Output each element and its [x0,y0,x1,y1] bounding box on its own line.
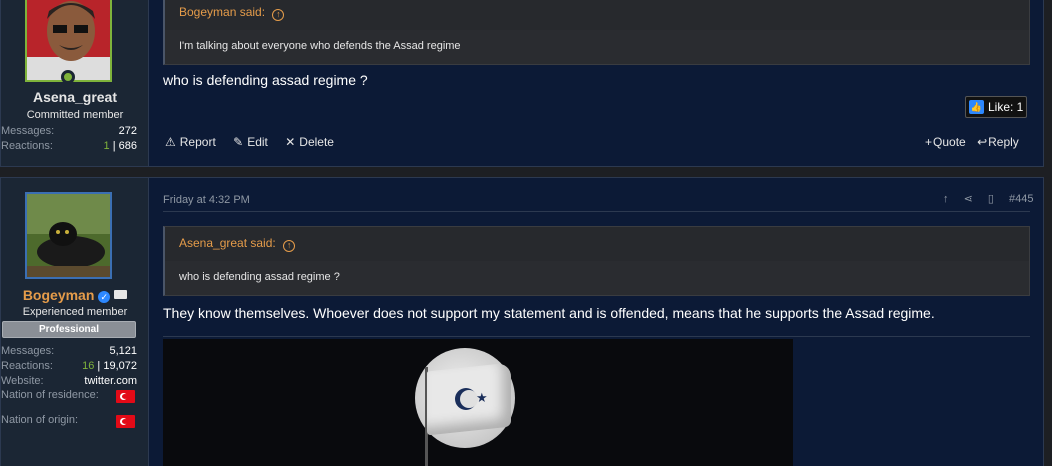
post-user-panel: Bogeyman ✓ Experienced member Profession… [1,178,149,466]
turkey-flag-icon [116,415,135,428]
stat-reactions: Reactions: 16 | 19,072 [1,360,137,372]
edit-button[interactable]: ✎ Edit [233,135,268,149]
crescent-icon [455,388,478,410]
verified-badge-icon: ✓ [98,291,111,303]
warning-icon: ⚠ [165,135,176,149]
thumbs-up-icon: 👍 [969,100,984,114]
post-message: Bogeyman ✓ Experienced member Profession… [0,177,1044,466]
divider [163,336,1030,337]
stat-nation-origin: Nation of origin: [1,414,137,431]
turkey-flag-icon [116,390,135,403]
online-status-icon [61,70,75,84]
post-text: They know themselves. Whoever does not s… [163,305,935,321]
post-date[interactable]: Friday at 4:32 PM [163,194,250,206]
quote-block: Asena_great said: ↑ who is defending ass… [163,226,1030,296]
arrow-up-icon[interactable]: ↑ [272,9,285,21]
close-icon: ✕ [285,135,296,149]
star-icon: ★ [476,390,488,405]
post-number[interactable]: #445 [1009,193,1033,205]
plus-icon: + [925,135,933,149]
bookmark-icon[interactable]: ▯ [988,192,994,205]
user-banner: Professional [2,321,136,338]
quote-block: Bogeyman said: ↑ I'm talking about every… [163,0,1030,65]
arrow-up-icon[interactable]: ↑ [943,193,949,205]
user-title: Experienced member [22,306,128,318]
post-user-panel: Asena_great Committed member Messages: 2… [1,0,149,166]
user-title: Committed member [26,109,124,121]
username[interactable]: Bogeyman ✓ [1,287,149,303]
arrow-up-icon[interactable]: ↑ [283,240,296,252]
share-icon[interactable]: ⋖ [964,192,973,205]
stat-messages: Messages: 272 [1,125,137,137]
stat-reactions: Reactions: 1 | 686 [1,140,137,152]
post-text: who is defending assad regime ? [163,72,368,88]
divider [163,211,1030,212]
reply-button[interactable]: ↩Reply [977,135,1019,149]
quote-button[interactable]: +Quote [925,135,966,149]
pencil-icon: ✎ [233,135,244,149]
post-tools: ↑ ⋖ ▯ #445 [931,192,1033,205]
report-button[interactable]: ⚠ Report [165,135,216,149]
stat-nation-residence: Nation of residence: [1,389,137,406]
quote-text: I'm talking about everyone who defends t… [165,30,1029,64]
stat-website: Website: twitter.com [1,375,137,387]
quote-author[interactable]: Bogeyman said: ↑ [165,0,1029,30]
quote-author[interactable]: Asena_great said: ↑ [165,227,1029,261]
reply-icon: ↩ [977,135,988,149]
delete-button[interactable]: ✕ Delete [285,135,334,149]
quote-text: who is defending assad regime ? [165,261,1029,295]
avatar[interactable] [25,192,112,279]
post-message: Asena_great Committed member Messages: 2… [0,0,1044,167]
username[interactable]: Asena_great [1,89,149,105]
post-actions-right: +Quote ↩Reply [925,135,1019,149]
envelope-icon[interactable] [114,290,128,299]
post-image[interactable]: ★ [163,339,793,466]
stat-messages: Messages: 5,121 [1,345,137,357]
post-actions-left: ⚠ Report ✎ Edit ✕ Delete [165,135,348,149]
post-content: Friday at 4:32 PM ↑ ⋖ ▯ #445 Asena_great… [149,178,1043,466]
post-content: Bogeyman said: ↑ I'm talking about every… [149,0,1043,166]
like-reaction-button[interactable]: 👍 Like: 1 [965,96,1027,118]
